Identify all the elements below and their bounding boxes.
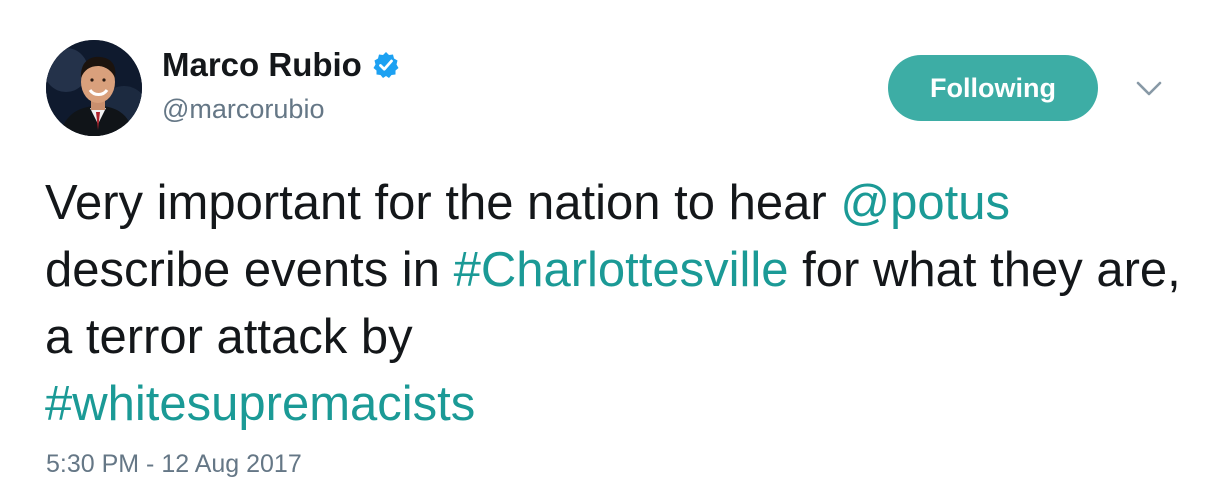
hashtag-link-charlottesville[interactable]: #Charlottesville (454, 243, 789, 297)
user-display-name[interactable]: Marco Rubio (162, 46, 400, 84)
user-name-text: Marco Rubio (162, 46, 362, 83)
tweet-timestamp[interactable]: 5:30 PM - 12 Aug 2017 (46, 450, 302, 479)
tweet-text-segment: Very important for the nation to hear (45, 176, 841, 230)
mention-link-potus[interactable]: @potus (840, 176, 1010, 230)
tweet-card: Marco Rubio @marcorubio Following Very i… (0, 0, 1220, 500)
avatar[interactable] (46, 40, 142, 136)
chevron-down-icon[interactable] (1132, 74, 1166, 104)
user-handle[interactable]: @marcorubio (162, 94, 324, 125)
tweet-text: Very important for the nation to hear @p… (45, 170, 1195, 438)
verified-badge-icon (372, 51, 400, 79)
tweet-text-segment: describe events in (45, 243, 454, 297)
avatar-image (46, 40, 142, 136)
hashtag-link-whitesupremacists[interactable]: #whitesupremacists (45, 377, 475, 431)
following-button-label: Following (930, 72, 1056, 103)
following-button[interactable]: Following (888, 55, 1098, 121)
